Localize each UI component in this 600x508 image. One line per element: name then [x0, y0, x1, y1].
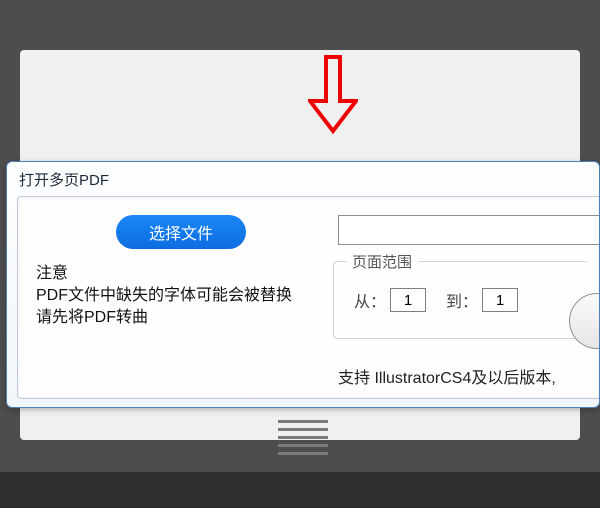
file-path-input[interactable] — [338, 215, 599, 245]
page-to-input[interactable] — [482, 288, 518, 312]
notice-line: 注意 — [36, 263, 316, 285]
notice-line: 请先将PDF转曲 — [36, 307, 316, 329]
open-multipage-pdf-dialog: 打开多页PDF 选择文件 注意 PDF文件中缺失的字体可能会被替换 请先将PDF… — [6, 161, 600, 408]
dialog-title: 打开多页PDF — [7, 162, 599, 196]
notice-block: 注意 PDF文件中缺失的字体可能会被替换 请先将PDF转曲 — [36, 263, 316, 329]
red-down-arrow-icon — [308, 55, 358, 135]
from-label: 从： — [354, 288, 386, 312]
page-range-group: 页面范围 从： 到： — [333, 261, 588, 339]
to-label: 到： — [446, 288, 478, 312]
page-from-input[interactable] — [390, 288, 426, 312]
choose-file-button[interactable]: 选择文件 — [116, 215, 246, 249]
document-thumbnail-lines — [278, 420, 328, 455]
page-range-legend: 页面范围 — [346, 251, 418, 272]
dialog-body: 选择文件 注意 PDF文件中缺失的字体可能会被替换 请先将PDF转曲 页面范围 … — [17, 196, 599, 399]
notice-line: PDF文件中缺失的字体可能会被替换 — [36, 285, 316, 307]
support-text: 支持 IllustratorCS4及以后版本, — [338, 364, 556, 388]
bottom-shade — [0, 472, 600, 508]
